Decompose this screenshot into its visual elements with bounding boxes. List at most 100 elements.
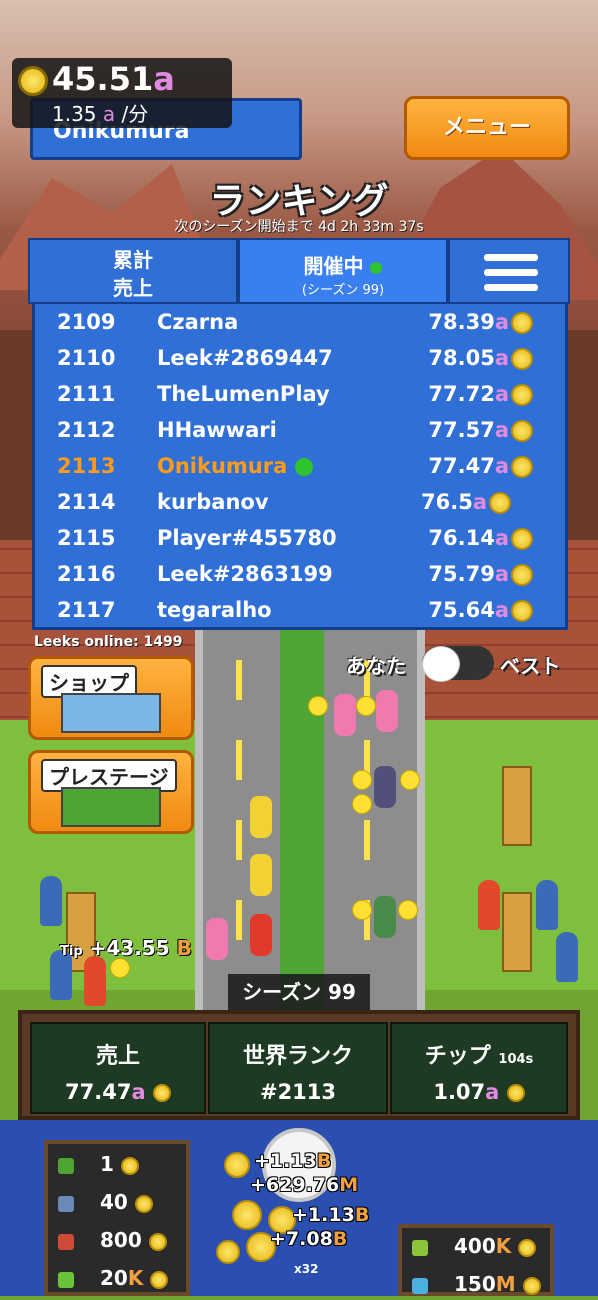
score-value: 76.14 — [428, 526, 495, 550]
shop-button[interactable]: ショップ — [28, 656, 194, 740]
income-value: +629.76 — [250, 1174, 340, 1196]
tab-total-line2: 売上 — [113, 276, 153, 300]
coin-icon — [18, 66, 48, 96]
toggle-label-you: あなた — [346, 654, 406, 678]
customer — [40, 876, 62, 926]
ranking-row-me: 2113 Onikumura 77.47a — [35, 448, 565, 484]
price-unit: M — [495, 1272, 516, 1296]
sales-box: 売上 77.47a — [30, 1022, 206, 1114]
floating-income: +1.13B — [254, 1150, 331, 1172]
coin-icon — [511, 312, 533, 334]
player-name: Leek#2869447 — [157, 346, 333, 370]
coin-icon — [224, 1152, 250, 1178]
player-name: TheLumenPlay — [157, 382, 330, 406]
floating-income: +1.13B — [292, 1204, 369, 1226]
table — [502, 892, 532, 972]
score-unit: a — [494, 346, 509, 370]
tip-box[interactable]: チップ 104s 1.07a — [390, 1022, 568, 1114]
tip-amount: +43.55 — [89, 936, 170, 960]
sales-value: 77.47 — [65, 1080, 132, 1104]
season-countdown: 次のシーズン開始まで 4d 2h 33m 37s — [174, 219, 424, 235]
income-unit: B — [354, 1204, 370, 1226]
coin-icon — [511, 348, 533, 370]
smile-icon — [352, 900, 372, 920]
toggle-knob — [422, 646, 460, 682]
income-unit: B — [316, 1150, 332, 1172]
score-unit: a — [494, 382, 509, 406]
tab-current-season[interactable]: 開催中 (シーズン 99) — [238, 238, 448, 304]
player-name: Onikumura — [157, 454, 288, 478]
score-value: 78.05 — [428, 346, 495, 370]
price-value: 800 — [100, 1228, 142, 1252]
you-best-toggle[interactable] — [422, 646, 494, 682]
car-yellow — [250, 796, 272, 838]
income-unit: B — [332, 1228, 348, 1250]
coin-icon — [232, 1200, 262, 1230]
coin-icon — [216, 1240, 240, 1264]
price-value: 1 — [100, 1152, 114, 1176]
tip-popup: Tip +43.55 B — [60, 936, 192, 960]
pot-icon — [58, 1195, 74, 1212]
car-green — [374, 896, 396, 938]
customer — [536, 880, 558, 930]
floating-income: +629.76M — [250, 1174, 358, 1196]
lane-marking — [236, 900, 242, 940]
ranking-list[interactable]: 2109 Czarna 78.39a 2110 Leek#2869447 78.05a … — [32, 304, 568, 630]
currency-total: 45.51a — [52, 60, 175, 98]
player-name: HHawwari — [157, 418, 277, 442]
hamburger-menu-button[interactable] — [448, 238, 570, 304]
rank-number: 2109 — [57, 310, 116, 334]
world-rank-title: 世界ランク — [242, 1044, 353, 1069]
smile-icon — [400, 770, 420, 790]
score-value: 77.57 — [428, 418, 495, 442]
sales-unit: a — [131, 1080, 146, 1104]
smile-icon — [398, 900, 418, 920]
rank-number: 2110 — [57, 346, 116, 370]
online-count: Leeks online: 1499 — [34, 634, 183, 650]
hamburger-icon — [484, 254, 538, 261]
score-unit: a — [472, 490, 487, 514]
customer — [84, 956, 106, 1006]
price-unit: K — [495, 1234, 512, 1258]
car-dark — [374, 766, 396, 808]
car-pink — [206, 918, 228, 960]
dish-icon — [58, 1233, 74, 1250]
tab-current-line2: (シーズン 99) — [301, 283, 385, 298]
score-unit: a — [494, 454, 509, 478]
score-value: 77.47 — [428, 454, 495, 478]
score-value: 77.72 — [428, 382, 495, 406]
price-item: 1 — [58, 1152, 139, 1176]
rank-number: 2111 — [57, 382, 116, 406]
coin-icon — [511, 384, 533, 406]
tip-unit: B — [176, 936, 192, 960]
tip-value: 1.07 — [433, 1080, 486, 1104]
income-value: +1.13 — [254, 1150, 317, 1172]
customer — [556, 932, 578, 982]
stats-panel: 売上 77.47a 世界ランク #2113 チップ 104s 1.07a — [18, 1010, 580, 1120]
rank-number: 2114 — [57, 490, 116, 514]
coin-icon — [511, 528, 533, 550]
rank-number: 2112 — [57, 418, 116, 442]
rate-unit: a — [102, 102, 116, 126]
player-name: Czarna — [157, 310, 239, 334]
smile-icon — [352, 770, 372, 790]
player-name: Leek#2863199 — [157, 562, 333, 586]
income-rate: 1.35 a /分 — [52, 98, 148, 127]
world-rank-box: 世界ランク #2113 — [208, 1022, 388, 1114]
shop-icon — [61, 693, 161, 733]
currency-amount: 45.51 — [52, 60, 154, 98]
car-pink — [334, 694, 356, 736]
price-value: 40 — [100, 1190, 128, 1214]
ranking-row: 2115 Player#455780 76.14a — [35, 520, 565, 556]
menu-button[interactable]: メニュー — [404, 96, 570, 160]
prestige-button[interactable]: プレステージ — [28, 750, 194, 834]
score-value: 78.39 — [428, 310, 495, 334]
player-name: tegaralho — [157, 598, 272, 622]
sales-title: 売上 — [95, 1044, 140, 1069]
tip-label: Tip — [60, 944, 83, 959]
coin-icon — [489, 492, 511, 514]
smile-icon — [352, 794, 372, 814]
smile-icon — [308, 696, 328, 716]
price-item: 40 — [58, 1190, 153, 1214]
tab-total-sales[interactable]: 累計 売上 — [28, 238, 238, 304]
